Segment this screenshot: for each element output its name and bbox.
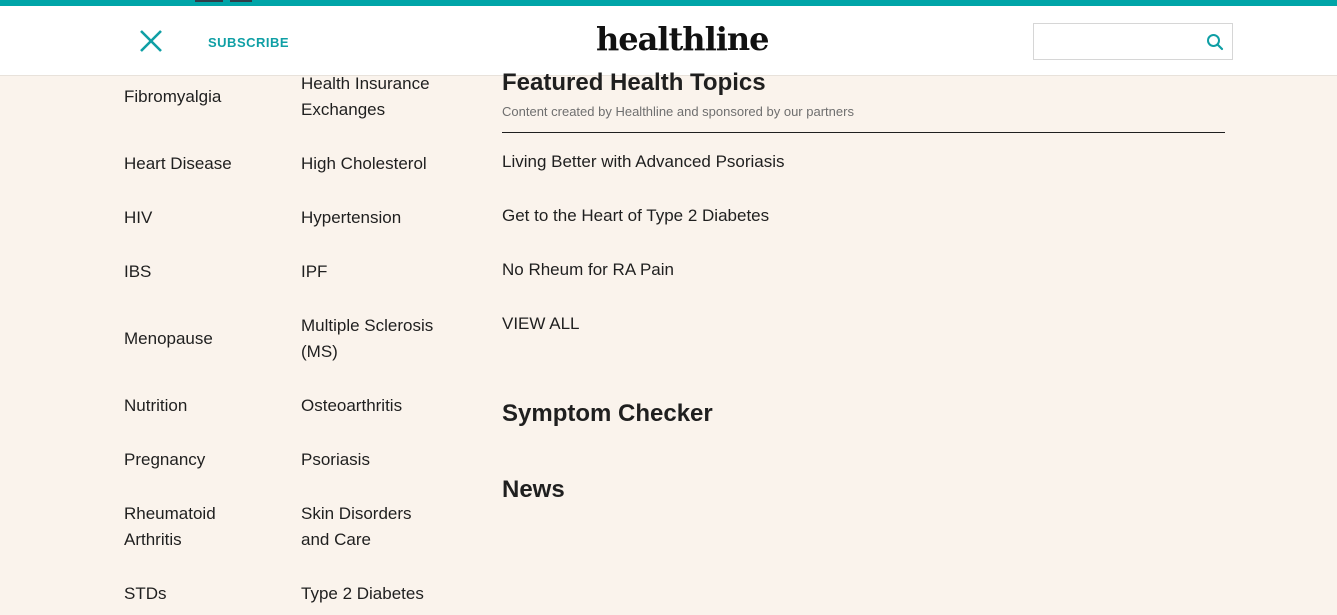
close-menu-button[interactable] — [138, 28, 164, 54]
news-link[interactable]: News — [502, 476, 565, 504]
featured-topics-heading: Featured Health Topics — [502, 69, 766, 96]
symptom-checker-link[interactable]: Symptom Checker — [502, 400, 713, 428]
topic-link-nutrition[interactable]: Nutrition — [124, 393, 274, 419]
topic-link-psoriasis[interactable]: Psoriasis — [301, 447, 461, 473]
topic-link-menopause[interactable]: Menopause — [124, 326, 274, 352]
topic-link-ibs[interactable]: IBS — [124, 259, 274, 285]
healthline-logo[interactable]: healthline — [596, 20, 769, 58]
site-header: SUBSCRIBE healthline — [0, 6, 1337, 76]
search-icon[interactable] — [1206, 33, 1224, 51]
topic-link-stds[interactable]: STDs — [124, 581, 274, 607]
featured-topics-subtitle: Content created by Healthline and sponso… — [502, 104, 854, 119]
topic-link-type-2-diabetes[interactable]: Type 2 Diabetes — [301, 581, 461, 607]
topic-link-multiple-sclerosis[interactable]: Multiple Sclerosis (MS) — [301, 313, 451, 365]
subscribe-link[interactable]: SUBSCRIBE — [208, 35, 289, 50]
featured-link-diabetes[interactable]: Get to the Heart of Type 2 Diabetes — [502, 206, 769, 226]
topic-link-heart-disease[interactable]: Heart Disease — [124, 151, 274, 177]
close-icon — [140, 30, 162, 52]
topic-link-pregnancy[interactable]: Pregnancy — [124, 447, 274, 473]
topic-link-rheumatoid-arthritis[interactable]: Rheumatoid Arthritis — [124, 501, 234, 553]
featured-link-psoriasis[interactable]: Living Better with Advanced Psoriasis — [502, 152, 785, 172]
topic-link-fibromyalgia[interactable]: Fibromyalgia — [124, 84, 274, 110]
topic-link-hiv[interactable]: HIV — [124, 205, 274, 231]
featured-divider — [502, 132, 1225, 133]
topic-link-health-insurance-exchanges[interactable]: Health Insurance Exchanges — [301, 71, 446, 123]
topic-link-skin-disorders[interactable]: Skin Disorders and Care — [301, 501, 426, 553]
topic-link-ipf[interactable]: IPF — [301, 259, 461, 285]
top-strip-tab — [230, 0, 252, 2]
featured-link-ra-pain[interactable]: No Rheum for RA Pain — [502, 260, 674, 280]
search-box — [1033, 23, 1233, 60]
top-strip-tab — [195, 0, 223, 2]
featured-view-all-link[interactable]: VIEW ALL — [502, 314, 579, 334]
topic-link-hypertension[interactable]: Hypertension — [301, 205, 461, 231]
topic-link-osteoarthritis[interactable]: Osteoarthritis — [301, 393, 461, 419]
topic-link-high-cholesterol[interactable]: High Cholesterol — [301, 151, 461, 177]
search-input[interactable] — [1034, 24, 1199, 59]
